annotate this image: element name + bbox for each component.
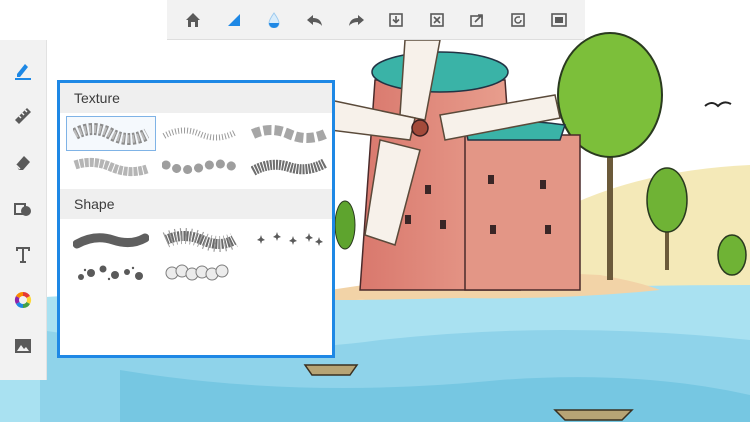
import-icon[interactable] — [383, 7, 409, 33]
ruler-icon[interactable] — [7, 100, 39, 132]
square-stamp-texture-brush[interactable] — [245, 117, 333, 150]
shape-section-heading: Shape — [60, 189, 332, 219]
home-icon[interactable] — [180, 7, 206, 33]
spiky-stroke-brush[interactable] — [156, 223, 244, 256]
windmill-roof — [371, 51, 509, 93]
fuzzy-texture-brush[interactable] — [245, 150, 333, 183]
fullscreen-icon[interactable] — [546, 7, 572, 33]
boat — [553, 409, 634, 421]
bird — [704, 101, 732, 108]
redo-icon[interactable] — [343, 7, 369, 33]
checker-texture-brush[interactable] — [66, 116, 156, 151]
texture-brush-grid — [60, 113, 332, 189]
boat — [303, 364, 359, 376]
tree-canopy — [334, 200, 356, 250]
top-toolbar — [167, 0, 585, 40]
ink-drop-icon[interactable] — [261, 7, 287, 33]
solid-stroke-brush[interactable] — [67, 223, 155, 256]
speckle-texture-brush[interactable] — [156, 117, 244, 150]
dot-texture-brush[interactable] — [156, 150, 244, 183]
tool-sidebar — [0, 40, 47, 380]
share-icon[interactable] — [464, 7, 490, 33]
rotate-icon[interactable] — [505, 7, 531, 33]
texture-section-heading: Texture — [60, 83, 332, 113]
block-texture-brush[interactable] — [67, 150, 155, 183]
undo-icon[interactable] — [302, 7, 328, 33]
brush-panel: Texture Shape — [57, 80, 335, 358]
color-wheel-icon[interactable] — [7, 284, 39, 316]
windmill-hub — [411, 119, 429, 137]
star-stamp-brush[interactable] — [245, 223, 333, 256]
tree-canopy — [646, 167, 688, 233]
clear-canvas-icon[interactable] — [424, 7, 450, 33]
text-icon[interactable] — [7, 238, 39, 270]
pen-tool-icon[interactable] — [7, 54, 39, 86]
tree-canopy — [717, 234, 747, 276]
splat-stamp-brush[interactable] — [67, 256, 155, 289]
eraser-icon[interactable] — [7, 146, 39, 178]
brush-size-icon[interactable] — [221, 7, 247, 33]
shape-brush-grid — [60, 219, 332, 295]
background-image-icon[interactable] — [7, 330, 39, 362]
shapes-icon[interactable] — [7, 192, 39, 224]
windmill-wing — [464, 134, 581, 291]
circle-stamp-brush[interactable] — [156, 256, 244, 289]
